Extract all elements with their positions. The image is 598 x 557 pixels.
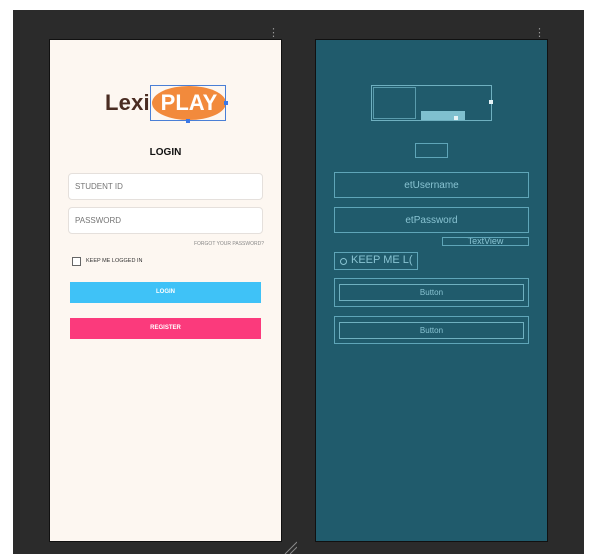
selection-handle-bottom[interactable] bbox=[186, 119, 190, 123]
blueprint-selection-handle-bottom[interactable] bbox=[454, 116, 458, 120]
keep-logged-in-checkbox[interactable] bbox=[72, 257, 81, 266]
student-id-input[interactable] bbox=[68, 173, 263, 200]
blueprint-textview[interactable]: TextView bbox=[442, 237, 529, 246]
page-title: LOGIN bbox=[149, 147, 182, 158]
keep-logged-in-label: KEEP ME LOGGED IN bbox=[86, 258, 143, 264]
forgot-password-link[interactable]: FORGOT YOUR PASSWORD? bbox=[50, 241, 264, 247]
blueprint-preview[interactable]: etUsername etPassword TextView KEEP ME L… bbox=[315, 39, 548, 542]
blueprint-logo-bar bbox=[421, 111, 465, 120]
blueprint-logo[interactable] bbox=[371, 85, 493, 121]
resize-grip-icon[interactable] bbox=[283, 540, 297, 554]
selection-handle-right[interactable] bbox=[224, 101, 228, 105]
design-preview[interactable]: Lexi PLAY LOGIN FORGOT YOUR PASSWORD? KE… bbox=[49, 39, 282, 542]
blueprint-checkbox-icon bbox=[340, 258, 347, 265]
blueprint-login-button[interactable]: Button bbox=[334, 278, 529, 307]
blueprint-button-label: Button bbox=[339, 322, 524, 339]
password-input[interactable] bbox=[68, 207, 263, 234]
blueprint-title[interactable] bbox=[415, 143, 448, 158]
blueprint-overflow-menu-icon[interactable]: ⋮ bbox=[534, 27, 545, 38]
login-button[interactable]: LOGIN bbox=[70, 282, 261, 303]
register-button[interactable]: REGISTER bbox=[70, 318, 261, 339]
blueprint-selection-handle-right[interactable] bbox=[489, 100, 493, 104]
blueprint-register-button[interactable]: Button bbox=[334, 316, 529, 344]
blueprint-checkbox[interactable]: KEEP ME L( bbox=[334, 252, 418, 270]
blueprint-password-field[interactable]: etPassword bbox=[334, 207, 529, 233]
selection-box bbox=[150, 85, 226, 121]
design-overflow-menu-icon[interactable]: ⋮ bbox=[268, 27, 279, 38]
blueprint-username-field[interactable]: etUsername bbox=[334, 172, 529, 198]
layout-editor-canvas: ⋮ ⋮ Lexi PLAY LOGIN FORGOT YOUR PASSWORD… bbox=[13, 10, 584, 554]
blueprint-button-label: Button bbox=[339, 284, 524, 301]
logo-text-lexi: Lexi bbox=[105, 90, 150, 115]
blueprint-logo-left bbox=[373, 87, 416, 119]
blueprint-checkbox-label: KEEP ME L( bbox=[351, 254, 413, 266]
